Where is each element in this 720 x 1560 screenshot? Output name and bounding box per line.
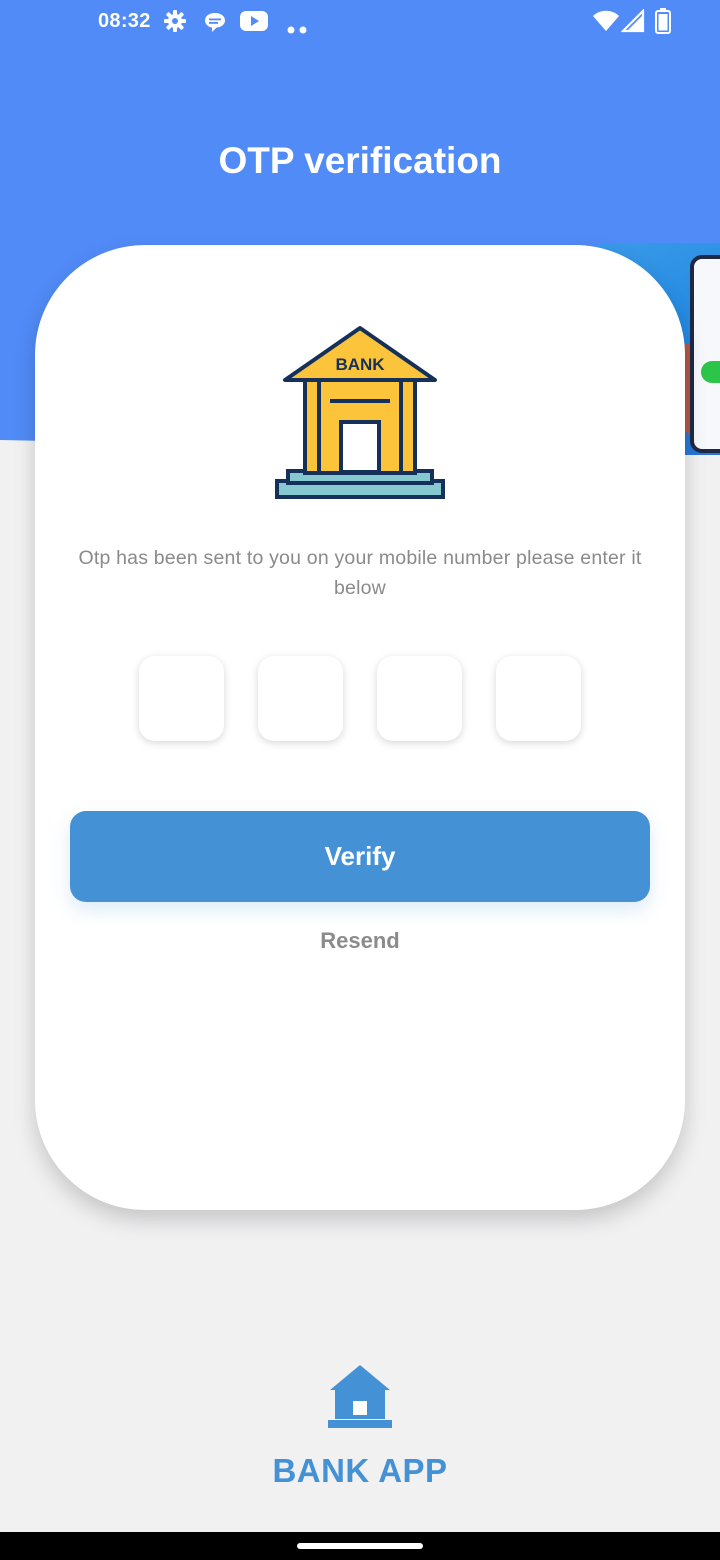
page-title: OTP verification xyxy=(218,140,502,181)
bank-home-icon xyxy=(328,1364,392,1430)
resend-link[interactable]: Resend xyxy=(35,928,685,954)
promo-phone xyxy=(690,255,720,453)
verify-button[interactable]: Verify xyxy=(70,811,650,902)
otp-instructions: Otp has been sent to you on your mobile … xyxy=(78,547,642,599)
battery-icon xyxy=(655,8,671,40)
wifi-icon xyxy=(592,9,620,39)
more-dots-icon xyxy=(286,17,310,40)
chat-bubble-icon xyxy=(203,10,227,40)
otp-card: BANK Otp has been sent to you on your mo… xyxy=(35,245,685,1210)
otp-digit-1[interactable] xyxy=(139,656,224,741)
app-name: BANK APP xyxy=(272,1452,448,1489)
bank-building-icon: BANK xyxy=(275,325,445,500)
otp-digit-4[interactable] xyxy=(496,656,581,741)
home-indicator[interactable] xyxy=(297,1543,423,1549)
promo-toggle xyxy=(701,361,720,383)
cellular-signal-icon xyxy=(620,8,645,39)
otp-digit-2[interactable] xyxy=(258,656,343,741)
youtube-icon xyxy=(240,10,268,38)
status-time: 08:32 xyxy=(98,10,151,32)
otp-digit-3[interactable] xyxy=(377,656,462,741)
bank-label: BANK xyxy=(335,355,385,374)
settings-icon xyxy=(163,9,187,39)
status-bar: 08:32 xyxy=(0,0,720,42)
